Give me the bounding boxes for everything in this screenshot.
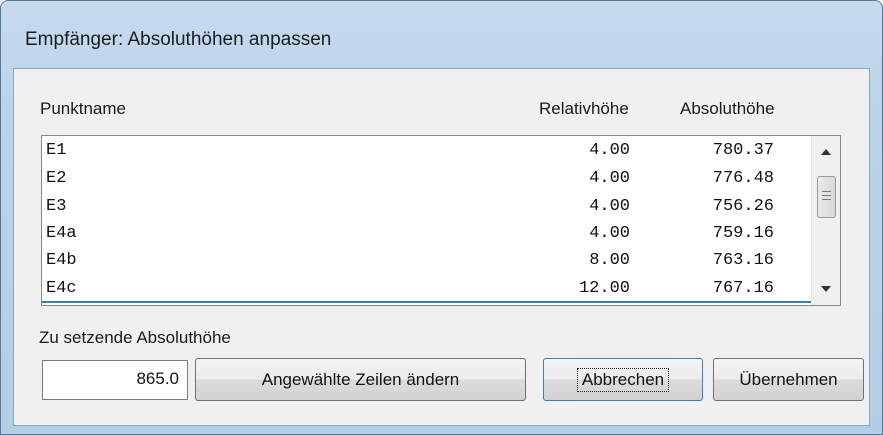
row-absoluthoehe: 776.48 [712,169,774,188]
row-absoluthoehe: 756.26 [712,197,774,216]
row-relativhoehe: 8.00 [589,251,630,270]
dialog-window: Empfänger: Absoluthöhen anpassen Punktna… [0,0,883,435]
column-header-relativhoehe: Relativhöhe [539,99,629,118]
list-item[interactable]: E4b 8.00 763.16 [42,248,822,273]
list-item[interactable]: E4c 12.00 767.16 [42,276,822,301]
row-absoluthoehe: 763.16 [712,251,774,270]
accept-button[interactable]: Übernehmen [713,358,864,401]
row-name: E4b [46,251,77,270]
dialog-client-area: Punktname Relativhöhe Absoluthöhe E1 4.0… [13,68,870,426]
points-listbox[interactable]: E1 4.00 780.37 E2 4.00 776.48 E3 4.00 75… [41,135,841,306]
row-relativhoehe: 12.00 [578,279,630,298]
cancel-button[interactable]: Abbrechen [543,358,703,401]
absolute-height-label: Zu setzende Absoluthöhe [39,328,231,347]
list-item[interactable]: E2 4.00 776.48 [42,166,822,191]
column-header-punktname: Punktname [40,99,126,118]
row-absoluthoehe: 759.16 [712,224,774,243]
absolute-height-input[interactable]: 865.0 [42,360,188,400]
row-name: E4c [46,279,77,298]
row-absoluthoehe: 780.37 [712,141,774,160]
window-title: Empfänger: Absoluthöhen anpassen [25,29,332,50]
vertical-scrollbar[interactable] [811,136,840,305]
chevron-up-icon[interactable] [812,138,840,166]
chevron-down-icon[interactable] [812,275,840,303]
row-relativhoehe: 4.00 [589,141,630,160]
apply-selected-rows-label: Angewählte Zeilen ändern [261,369,460,389]
row-relativhoehe: 4.00 [589,224,630,243]
list-item[interactable]: E3 4.00 756.26 [42,194,822,219]
row-name: E3 [46,197,67,216]
cancel-button-label: Abbrechen [576,367,670,392]
apply-selected-rows-button[interactable]: Angewählte Zeilen ändern [195,358,526,401]
row-relativhoehe: 4.00 [589,169,630,188]
column-header-absoluthoehe: Absoluthöhe [680,99,775,118]
accept-button-label: Übernehmen [739,369,838,389]
row-name: E2 [46,169,67,188]
scrollbar-thumb[interactable] [817,176,836,218]
row-name: E1 [46,141,67,160]
list-item[interactable]: E4a 4.00 759.16 [42,221,822,246]
row-absoluthoehe: 767.16 [712,279,774,298]
selected-row-underline [42,301,822,303]
row-name: E4a [46,224,77,243]
row-relativhoehe: 4.00 [589,197,630,216]
list-item[interactable]: E1 4.00 780.37 [42,138,822,163]
